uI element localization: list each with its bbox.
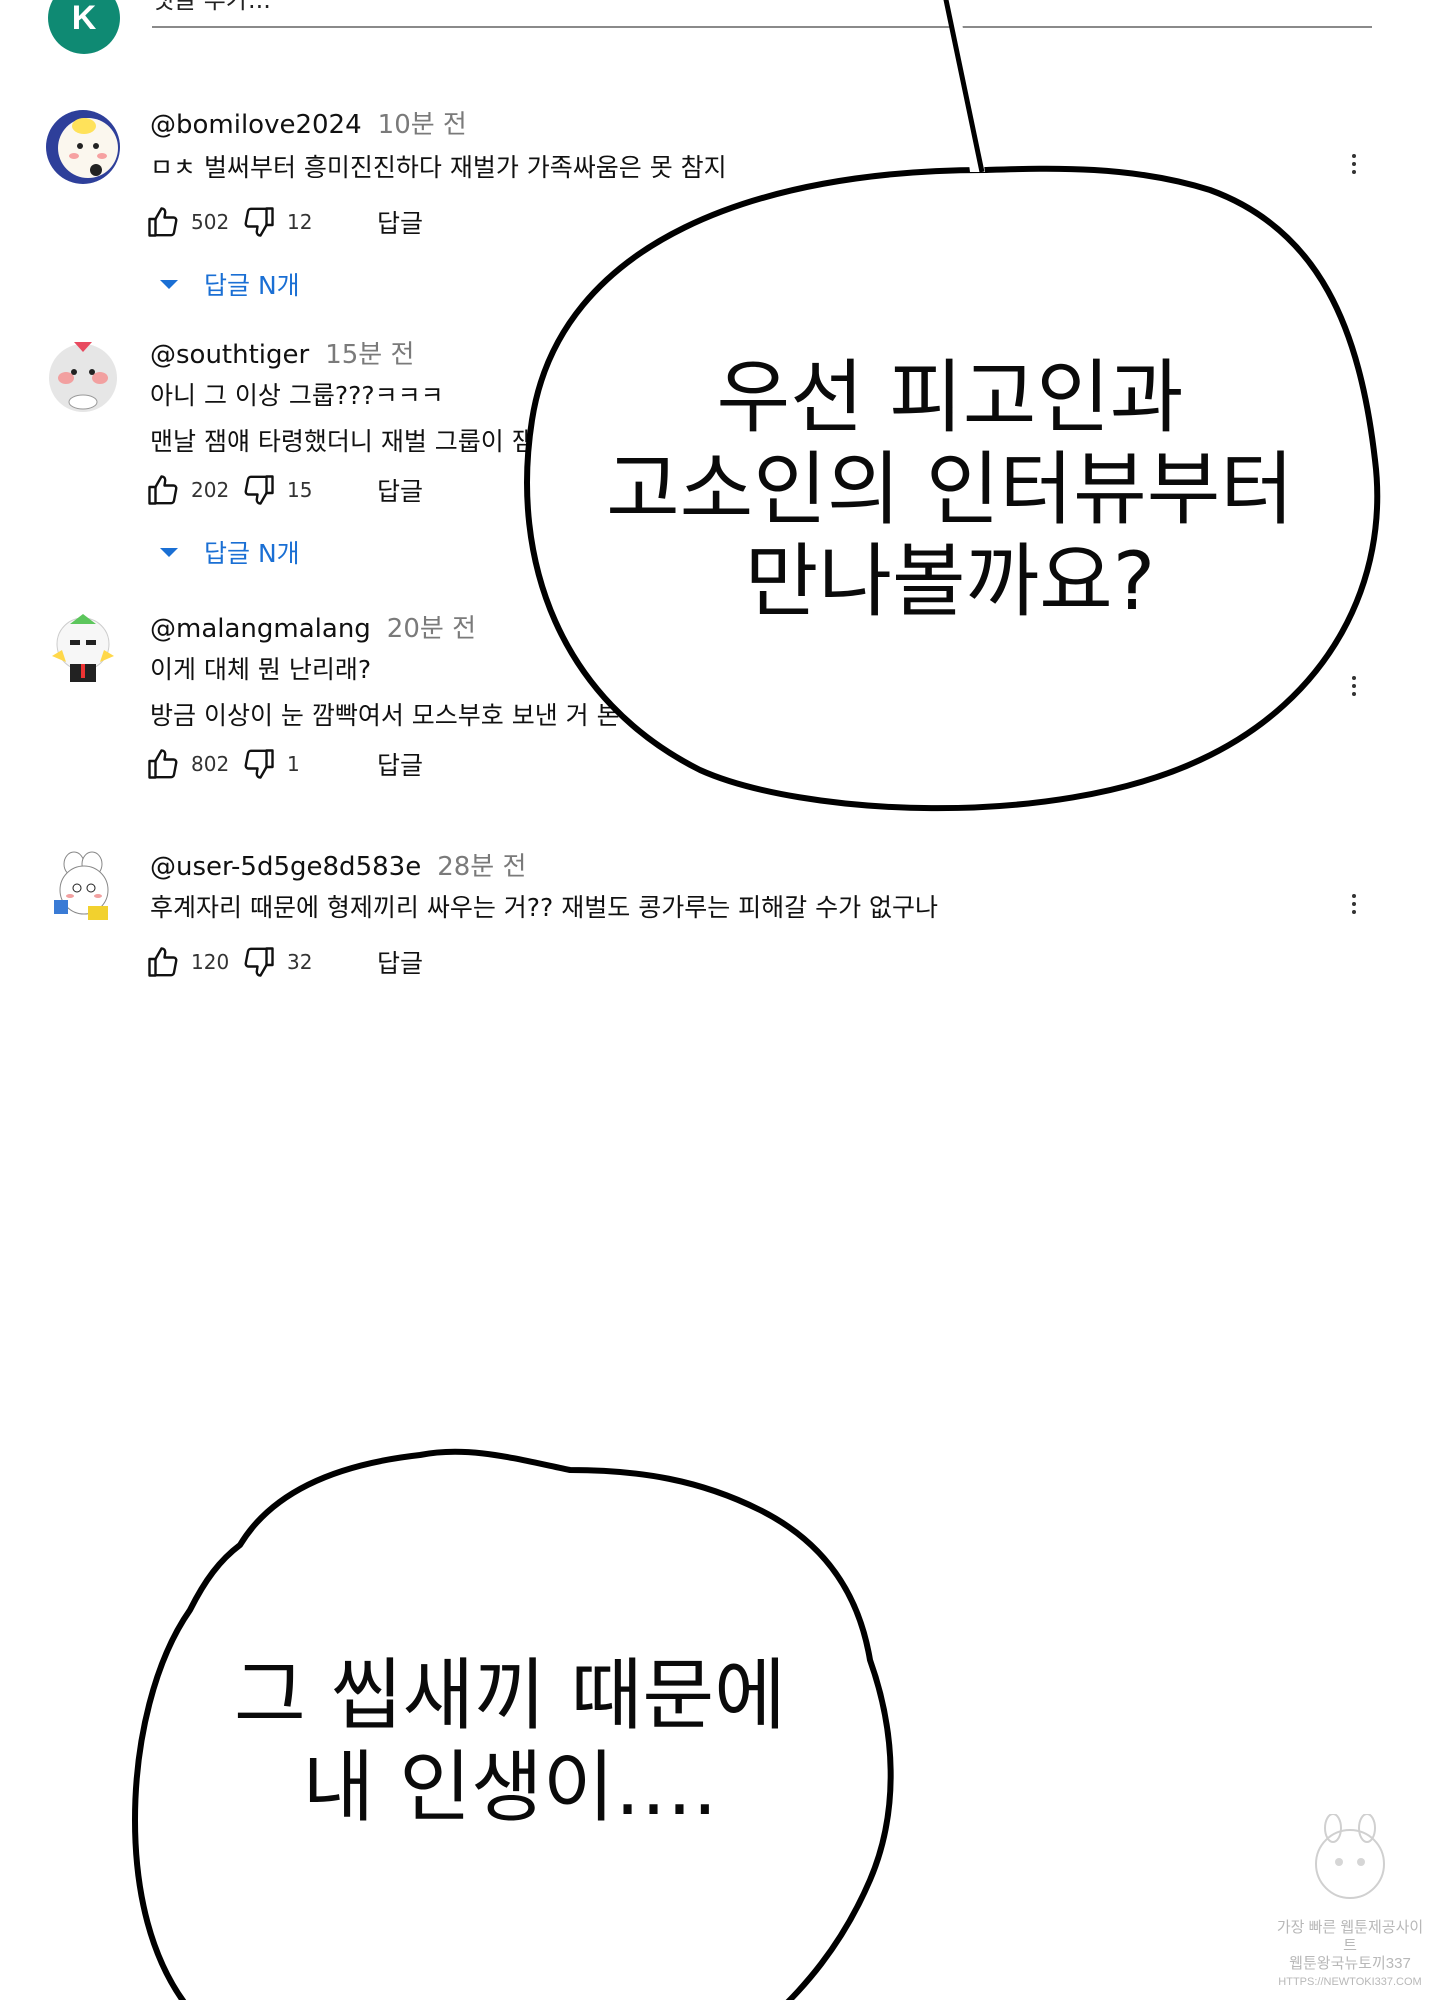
avatar[interactable] — [44, 610, 122, 688]
thumbs-up-icon[interactable] — [145, 944, 181, 980]
watermark-line: 웹툰왕국뉴토끼337 — [1289, 1955, 1411, 1972]
comment-text: 방금 이상이 눈 깜빡여서 모스부호 보낸 거 본 사람? — [150, 701, 687, 730]
watermark-line: 가장 빠른 웹툰제공사이트 — [1276, 1919, 1424, 1954]
comment-text: ㅁㅊ 벌써부터 흥미진진하다 재벌가 가족싸움은 못 참지 — [150, 153, 727, 182]
watermark-character-icon — [1315, 1813, 1385, 1899]
watermark: 가장 빠른 웹툰제공사이트 웹툰왕국뉴토끼337 HTTPS://NEWTOKI… — [1270, 1813, 1430, 1988]
thumbs-down-icon[interactable] — [241, 204, 277, 240]
comment-author[interactable]: @bomilove2024 — [150, 110, 362, 140]
replies-label: 답글 N개 — [204, 271, 300, 300]
bubble-line: 내 인생이…. — [302, 1743, 718, 1833]
reply-button[interactable]: 답글 — [377, 746, 423, 782]
dislike-count: 1 — [287, 752, 300, 776]
comment-timestamp: 20분 전 — [386, 614, 476, 644]
more-options-icon[interactable] — [1346, 150, 1362, 186]
like-count: 202 — [191, 478, 230, 502]
comment-input[interactable]: 댓글 추가... — [152, 0, 1372, 28]
comment-author[interactable]: @southtiger — [150, 340, 309, 370]
thumbs-down-icon[interactable] — [241, 746, 277, 782]
comment-timestamp: 15분 전 — [325, 340, 415, 370]
dislike-count: 12 — [287, 210, 313, 234]
avatar[interactable] — [44, 336, 122, 414]
comment-text: 아니 그 이상 그룹???ㅋㅋㅋ — [150, 381, 444, 410]
bubble-line: 만나볼까요? — [744, 535, 1156, 628]
like-count: 502 — [191, 210, 230, 234]
more-options-icon[interactable] — [1346, 672, 1362, 708]
caret-down-icon — [160, 279, 178, 289]
bubble-line: 그 씹새끼 때문에 — [234, 1651, 786, 1741]
like-count: 802 — [191, 752, 230, 776]
view-replies-button[interactable]: 답글 N개 — [160, 266, 300, 302]
dislike-count: 15 — [287, 478, 313, 502]
comment-timestamp: 10분 전 — [377, 110, 467, 140]
bubble-line: 고소인의 인터뷰부터 — [606, 443, 1294, 536]
reply-button[interactable]: 답글 — [377, 944, 423, 980]
user-avatar[interactable]: K — [48, 0, 120, 54]
comment-text: 이게 대체 뭔 난리래? — [150, 655, 372, 684]
more-options-icon[interactable] — [1346, 390, 1362, 426]
avatar[interactable] — [44, 108, 122, 186]
avatar-letter: K — [71, 0, 97, 37]
reply-button[interactable]: 답글 — [377, 204, 423, 240]
comment-timestamp: 28분 전 — [437, 852, 527, 882]
comment-text: 후계자리 때문에 형제끼리 싸우는 거?? 재벌도 콩가루는 피해갈 수가 없구… — [150, 893, 939, 922]
thumbs-up-icon[interactable] — [145, 204, 181, 240]
thumbs-down-icon[interactable] — [241, 472, 277, 508]
replies-label: 답글 N개 — [204, 539, 300, 568]
comment-input-placeholder: 댓글 추가... — [152, 0, 271, 14]
more-options-icon[interactable] — [1346, 890, 1362, 926]
avatar[interactable] — [44, 850, 122, 928]
comment-author[interactable]: @malangmalang — [150, 614, 371, 644]
watermark-line: HTTPS://NEWTOKI337.COM — [1278, 1976, 1422, 1988]
thumbs-down-icon[interactable] — [241, 944, 277, 980]
view-replies-button[interactable]: 답글 N개 — [160, 534, 300, 570]
bubble-line: 우선 피고인과 — [716, 351, 1184, 444]
thumbs-up-icon[interactable] — [145, 746, 181, 782]
dislike-count: 32 — [287, 950, 313, 974]
caret-down-icon — [160, 547, 178, 557]
reply-button[interactable]: 답글 — [377, 472, 423, 508]
speech-bubble-2-text: 그 씹새끼 때문에 내 인생이…. — [140, 1650, 880, 1834]
speech-bubble-1-text: 우선 피고인과 고소인의 인터뷰부터 만나볼까요? — [560, 352, 1340, 628]
like-count: 120 — [191, 950, 230, 974]
thumbs-up-icon[interactable] — [145, 472, 181, 508]
comment-author[interactable]: @user-5d5ge8d583e — [150, 852, 421, 882]
